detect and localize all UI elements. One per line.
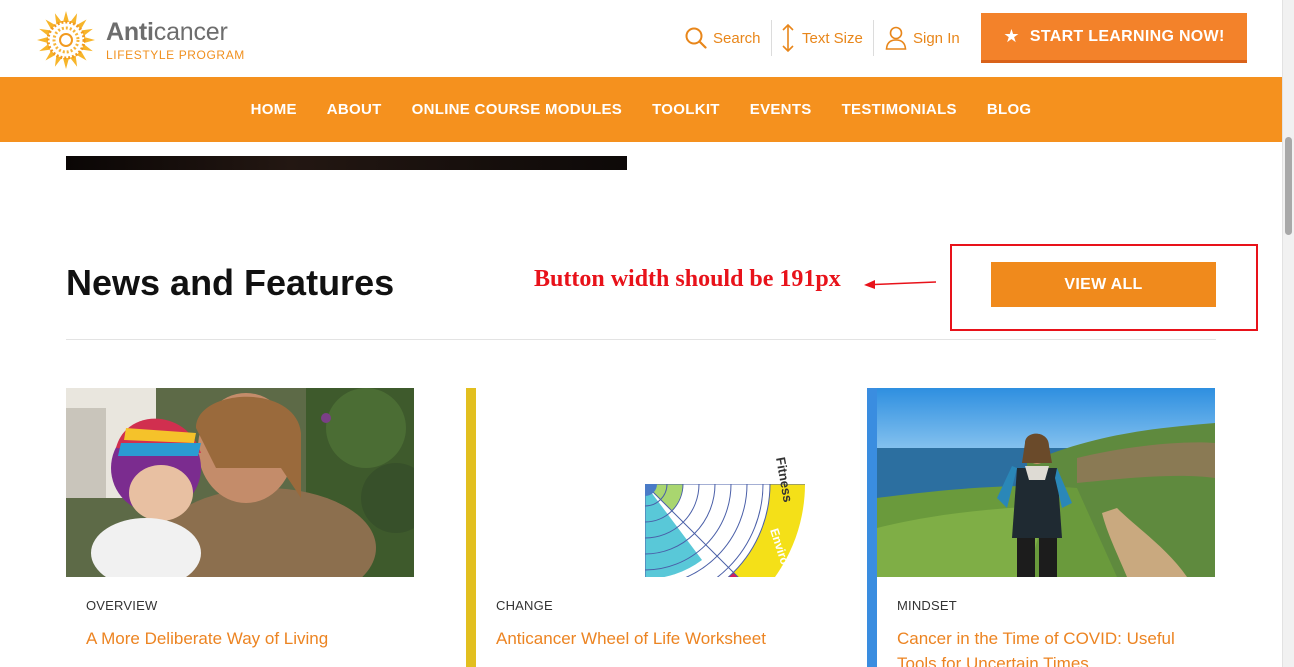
wheel-of-life-graphic: Social Connection Diet Fitness Environme… (499, 388, 805, 577)
wheel-label-work: Work (509, 532, 536, 565)
start-learning-label: START LEARNING NOW! (1029, 27, 1225, 45)
card-image-wheel[interactable]: Social Connection Diet Fitness Environme… (476, 388, 814, 577)
nav-item-toolkit[interactable]: TOOLKIT (652, 101, 720, 118)
nav-item-blog[interactable]: BLOG (987, 101, 1032, 118)
start-learning-button[interactable]: ★ START LEARNING NOW! (981, 13, 1247, 63)
annotation-text: Button width should be 191px (534, 266, 841, 292)
card-category: MINDSET (897, 598, 957, 613)
section-divider (66, 339, 1216, 340)
card-category: OVERVIEW (86, 598, 158, 613)
hero-image-bottom-edge (66, 156, 627, 170)
nav-item-events[interactable]: EVENTS (750, 101, 812, 118)
wheel-label-diet: Diet (737, 397, 763, 426)
logo-subtitle: LIFESTYLE PROGRAM (106, 47, 245, 62)
logo-wordmark: Anticancer LIFESTYLE PROGRAM (106, 17, 245, 62)
card-title-link[interactable]: Cancer in the Time of COVID: Useful Tool… (897, 626, 1217, 667)
site-logo[interactable]: Anticancer LIFESTYLE PROGRAM (36, 10, 245, 70)
card-title-link[interactable]: Anticancer Wheel of Life Worksheet (496, 626, 816, 651)
main-nav: HOME ABOUT ONLINE COURSE MODULES TOOLKIT… (0, 77, 1282, 142)
nav-item-about[interactable]: ABOUT (327, 101, 382, 118)
wheel-label-social: Social Connection (508, 388, 567, 428)
search-label: Search (713, 29, 761, 47)
woman-with-baby-photo (66, 388, 414, 577)
nav-item-testimonials[interactable]: TESTIMONIALS (842, 101, 957, 118)
search-icon (685, 27, 707, 49)
user-icon (885, 26, 907, 50)
woman-on-coastal-trail-photo (877, 388, 1215, 577)
card-image-photo[interactable] (877, 388, 1215, 577)
text-size-arrows-icon (782, 23, 794, 53)
scrollbar-thumb[interactable] (1285, 137, 1292, 235)
search-link[interactable]: Search (685, 20, 761, 56)
text-size-link[interactable]: Text Size (780, 20, 863, 56)
utility-separator (873, 20, 874, 56)
text-size-label: Text Size (802, 29, 863, 47)
card-title-link[interactable]: A More Deliberate Way of Living (86, 626, 406, 651)
sign-in-link[interactable]: Sign In (885, 20, 960, 56)
news-card[interactable]: Social Connection Diet Fitness Environme… (466, 388, 816, 667)
sign-in-label: Sign In (913, 29, 960, 47)
site-header: Anticancer LIFESTYLE PROGRAM Search Text… (0, 0, 1282, 77)
sunburst-logo-icon (37, 11, 95, 69)
news-card[interactable]: OVERVIEW A More Deliberate Way of Living (66, 388, 416, 667)
card-category: CHANGE (496, 598, 553, 613)
utility-separator (771, 20, 772, 56)
news-card[interactable]: MINDSET Cancer in the Time of COVID: Use… (867, 388, 1217, 667)
nav-item-home[interactable]: HOME (251, 101, 297, 118)
view-all-button[interactable]: VIEW ALL (991, 262, 1216, 307)
card-image-photo[interactable] (66, 388, 414, 577)
wheel-label-other: Other (499, 470, 513, 500)
star-icon: ★ (1003, 26, 1020, 46)
section-title: News and Features (66, 262, 395, 303)
nav-item-online-course-modules[interactable]: ONLINE COURSE MODULES (412, 101, 622, 118)
arrow-left-icon (864, 280, 937, 289)
logo-title: Anticancer (106, 17, 228, 46)
page-scrollbar[interactable] (1282, 0, 1294, 667)
